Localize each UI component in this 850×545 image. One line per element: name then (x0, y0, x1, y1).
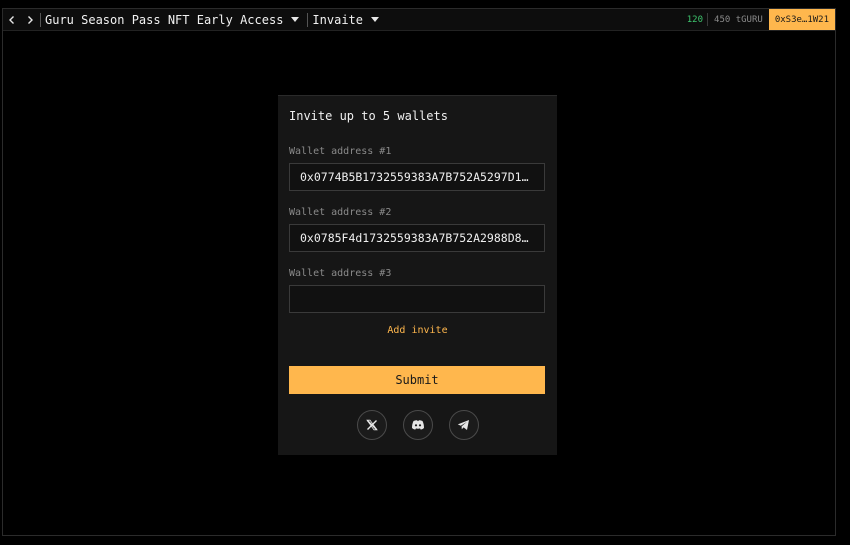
social-links (278, 410, 557, 440)
chevron-left-icon (9, 15, 14, 24)
back-button[interactable] (3, 9, 21, 30)
wallet-address-2-input[interactable]: 0x0785F4d1732559383A7B752A2988D89B… (289, 224, 545, 252)
divider (307, 12, 309, 27)
section-title: Invaite (312, 12, 363, 27)
wallet-address-2-value: 0x0785F4d1732559383A7B752A2988D89B… (300, 231, 534, 245)
add-invite-link[interactable]: Add invite (278, 325, 557, 336)
wallet-address-1-label: Wallet address #1 (289, 146, 392, 157)
token-balance: 450 tGURU (714, 14, 763, 25)
telegram-icon (457, 420, 469, 430)
wallet-address-1-input[interactable]: 0x0774B5B1732559383A7B752A5297D10B… (289, 163, 545, 191)
card-title: Invite up to 5 wallets (289, 109, 448, 123)
submit-button[interactable]: Submit (289, 366, 545, 394)
telegram-button[interactable] (448, 410, 479, 440)
wallet-address-3-input[interactable] (289, 285, 545, 313)
project-dropdown[interactable]: Guru Season Pass NFT Early Access (45, 12, 300, 27)
project-title: Guru Season Pass NFT Early Access (45, 12, 284, 27)
wallet-address-1-value: 0x0774B5B1732559383A7B752A5297D10B… (300, 170, 534, 184)
discord-icon (411, 420, 424, 430)
caret-down-icon (371, 17, 379, 22)
divider (40, 12, 41, 27)
x-twitter-button[interactable] (356, 410, 387, 440)
top-bar: Guru Season Pass NFT Early Access Invait… (3, 9, 835, 31)
discord-button[interactable] (402, 410, 433, 440)
section-dropdown[interactable]: Invaite (312, 13, 379, 27)
wallet-button[interactable]: 0xS3e…1W21 (768, 9, 835, 30)
x-twitter-icon (365, 419, 378, 431)
wallet-address-3-label: Wallet address #3 (289, 268, 392, 279)
caret-down-icon (291, 17, 300, 22)
points-counter: 120 (686, 14, 704, 25)
wallet-address-2-label: Wallet address #2 (289, 207, 392, 218)
forward-button[interactable] (21, 9, 39, 30)
invite-card: Invite up to 5 wallets Wallet address #1… (278, 95, 557, 455)
chevron-right-icon (28, 15, 33, 24)
